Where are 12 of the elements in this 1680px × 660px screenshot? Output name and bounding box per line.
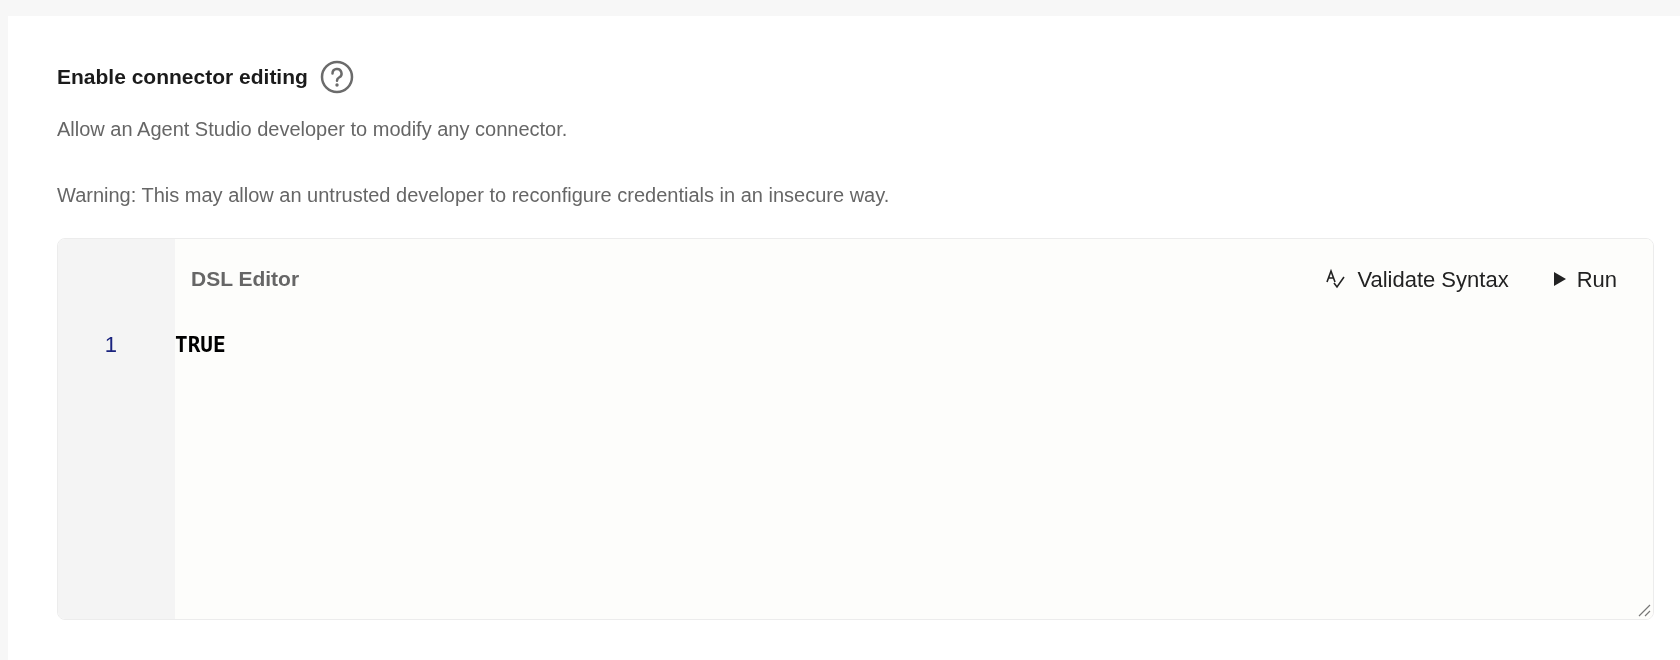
warning-text: Warning: This may allow an untrusted developer to reconfigure credentials in an insecure way. — [57, 183, 891, 208]
setting-description: Allow an Agent Studio developer to modify any connector. — [57, 117, 569, 142]
setting-title: Enable connector editing — [57, 64, 308, 91]
code-line: TRUE — [175, 332, 227, 358]
help-icon[interactable] — [319, 60, 354, 94]
resize-handle[interactable] — [1637, 603, 1651, 617]
editor-title: DSL Editor — [191, 266, 300, 293]
line-number: 1 — [104, 332, 117, 358]
spellcheck-icon — [1325, 268, 1348, 290]
run-button[interactable]: Run — [1552, 262, 1617, 296]
validate-button[interactable]: Validate Syntax — [1325, 262, 1509, 296]
play-icon — [1552, 271, 1567, 287]
